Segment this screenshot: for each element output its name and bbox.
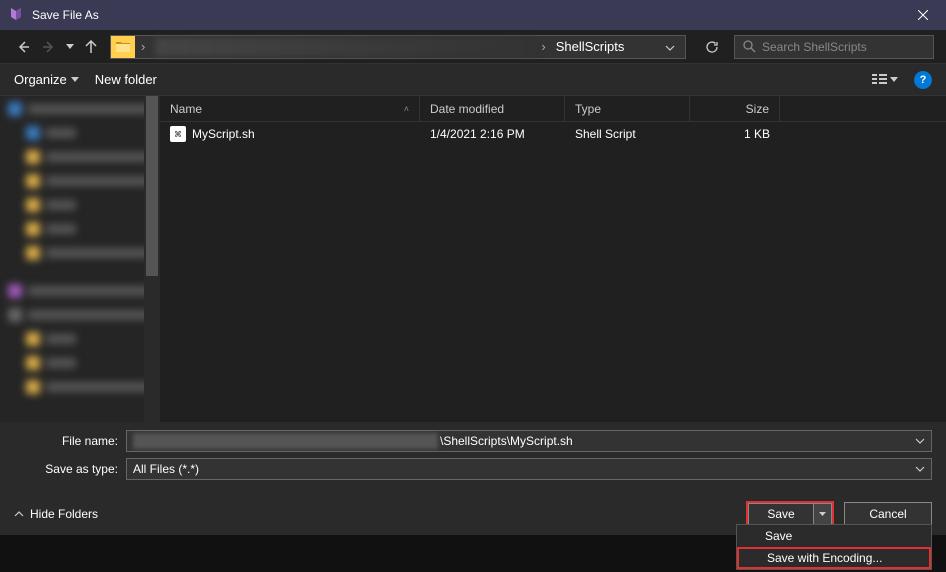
file-name: MyScript.sh	[192, 127, 255, 141]
save-dropdown-menu: Save Save with Encoding...	[736, 524, 932, 570]
address-bar[interactable]: › › ShellScripts	[110, 35, 686, 59]
file-type: Shell Script	[565, 127, 690, 141]
dropdown-save[interactable]: Save	[737, 525, 931, 547]
titlebar-title: Save File As	[32, 8, 900, 22]
dropdown-save-with-encoding[interactable]: Save with Encoding...	[737, 547, 931, 569]
cancel-button[interactable]: Cancel	[844, 502, 932, 526]
file-list-header: Name ˄ Date modified Type Size	[160, 96, 946, 122]
chevron-right-icon: ›	[135, 39, 151, 54]
refresh-button[interactable]	[700, 35, 724, 59]
toolbar: Organize New folder ?	[0, 64, 946, 96]
close-button[interactable]	[900, 0, 946, 30]
chevron-down-icon	[71, 77, 79, 82]
sort-arrow-icon: ˄	[404, 104, 409, 114]
address-path-redacted	[155, 38, 535, 56]
up-button[interactable]	[80, 36, 102, 58]
fields-area: File name: \ShellScripts\MyScript.sh Sav…	[0, 422, 946, 490]
file-row[interactable]: ⌘ MyScript.sh 1/4/2021 2:16 PM Shell Scr…	[160, 122, 946, 146]
view-button[interactable]	[872, 73, 898, 87]
folder-icon	[111, 36, 135, 58]
column-date[interactable]: Date modified	[420, 96, 565, 121]
navbar: › › ShellScripts	[0, 30, 946, 64]
search-box[interactable]	[734, 35, 934, 59]
file-size: 1 KB	[690, 127, 780, 141]
sidebar-scrollbar[interactable]	[144, 96, 160, 422]
filename-input[interactable]: \ShellScripts\MyScript.sh	[126, 430, 932, 452]
back-button[interactable]	[12, 36, 34, 58]
titlebar: Save File As	[0, 0, 946, 30]
new-folder-button[interactable]: New folder	[95, 72, 157, 87]
address-dropdown-icon[interactable]	[655, 39, 685, 54]
file-list: Name ˄ Date modified Type Size ⌘ MyScrip…	[160, 96, 946, 422]
column-type[interactable]: Type	[565, 96, 690, 121]
organize-button[interactable]: Organize	[14, 72, 79, 87]
sidebar[interactable]	[0, 96, 160, 422]
search-icon	[743, 40, 756, 53]
saveastype-dropdown-icon[interactable]	[915, 464, 925, 475]
search-input[interactable]	[762, 40, 925, 54]
saveastype-label: Save as type:	[14, 462, 126, 476]
saveastype-select[interactable]: All Files (*.*)	[126, 458, 932, 480]
file-icon: ⌘	[170, 126, 186, 142]
column-size[interactable]: Size	[690, 96, 780, 121]
chevron-right-icon: ›	[535, 39, 551, 54]
filename-label: File name:	[14, 434, 126, 448]
recent-dropdown-icon[interactable]	[64, 36, 76, 58]
address-segment[interactable]: ShellScripts	[552, 39, 629, 54]
chevron-up-icon	[14, 511, 24, 517]
save-button[interactable]: Save	[748, 503, 814, 525]
help-button[interactable]: ?	[914, 71, 932, 89]
filename-dropdown-icon[interactable]	[915, 436, 925, 447]
file-date: 1/4/2021 2:16 PM	[420, 127, 565, 141]
save-dropdown-button[interactable]	[814, 503, 832, 525]
hide-folders-button[interactable]: Hide Folders	[14, 507, 98, 521]
chevron-down-icon	[890, 77, 898, 82]
filename-path-redacted	[133, 433, 438, 449]
forward-button[interactable]	[38, 36, 60, 58]
main-area: Name ˄ Date modified Type Size ⌘ MyScrip…	[0, 96, 946, 422]
column-name[interactable]: Name ˄	[160, 96, 420, 121]
app-icon	[8, 7, 24, 23]
